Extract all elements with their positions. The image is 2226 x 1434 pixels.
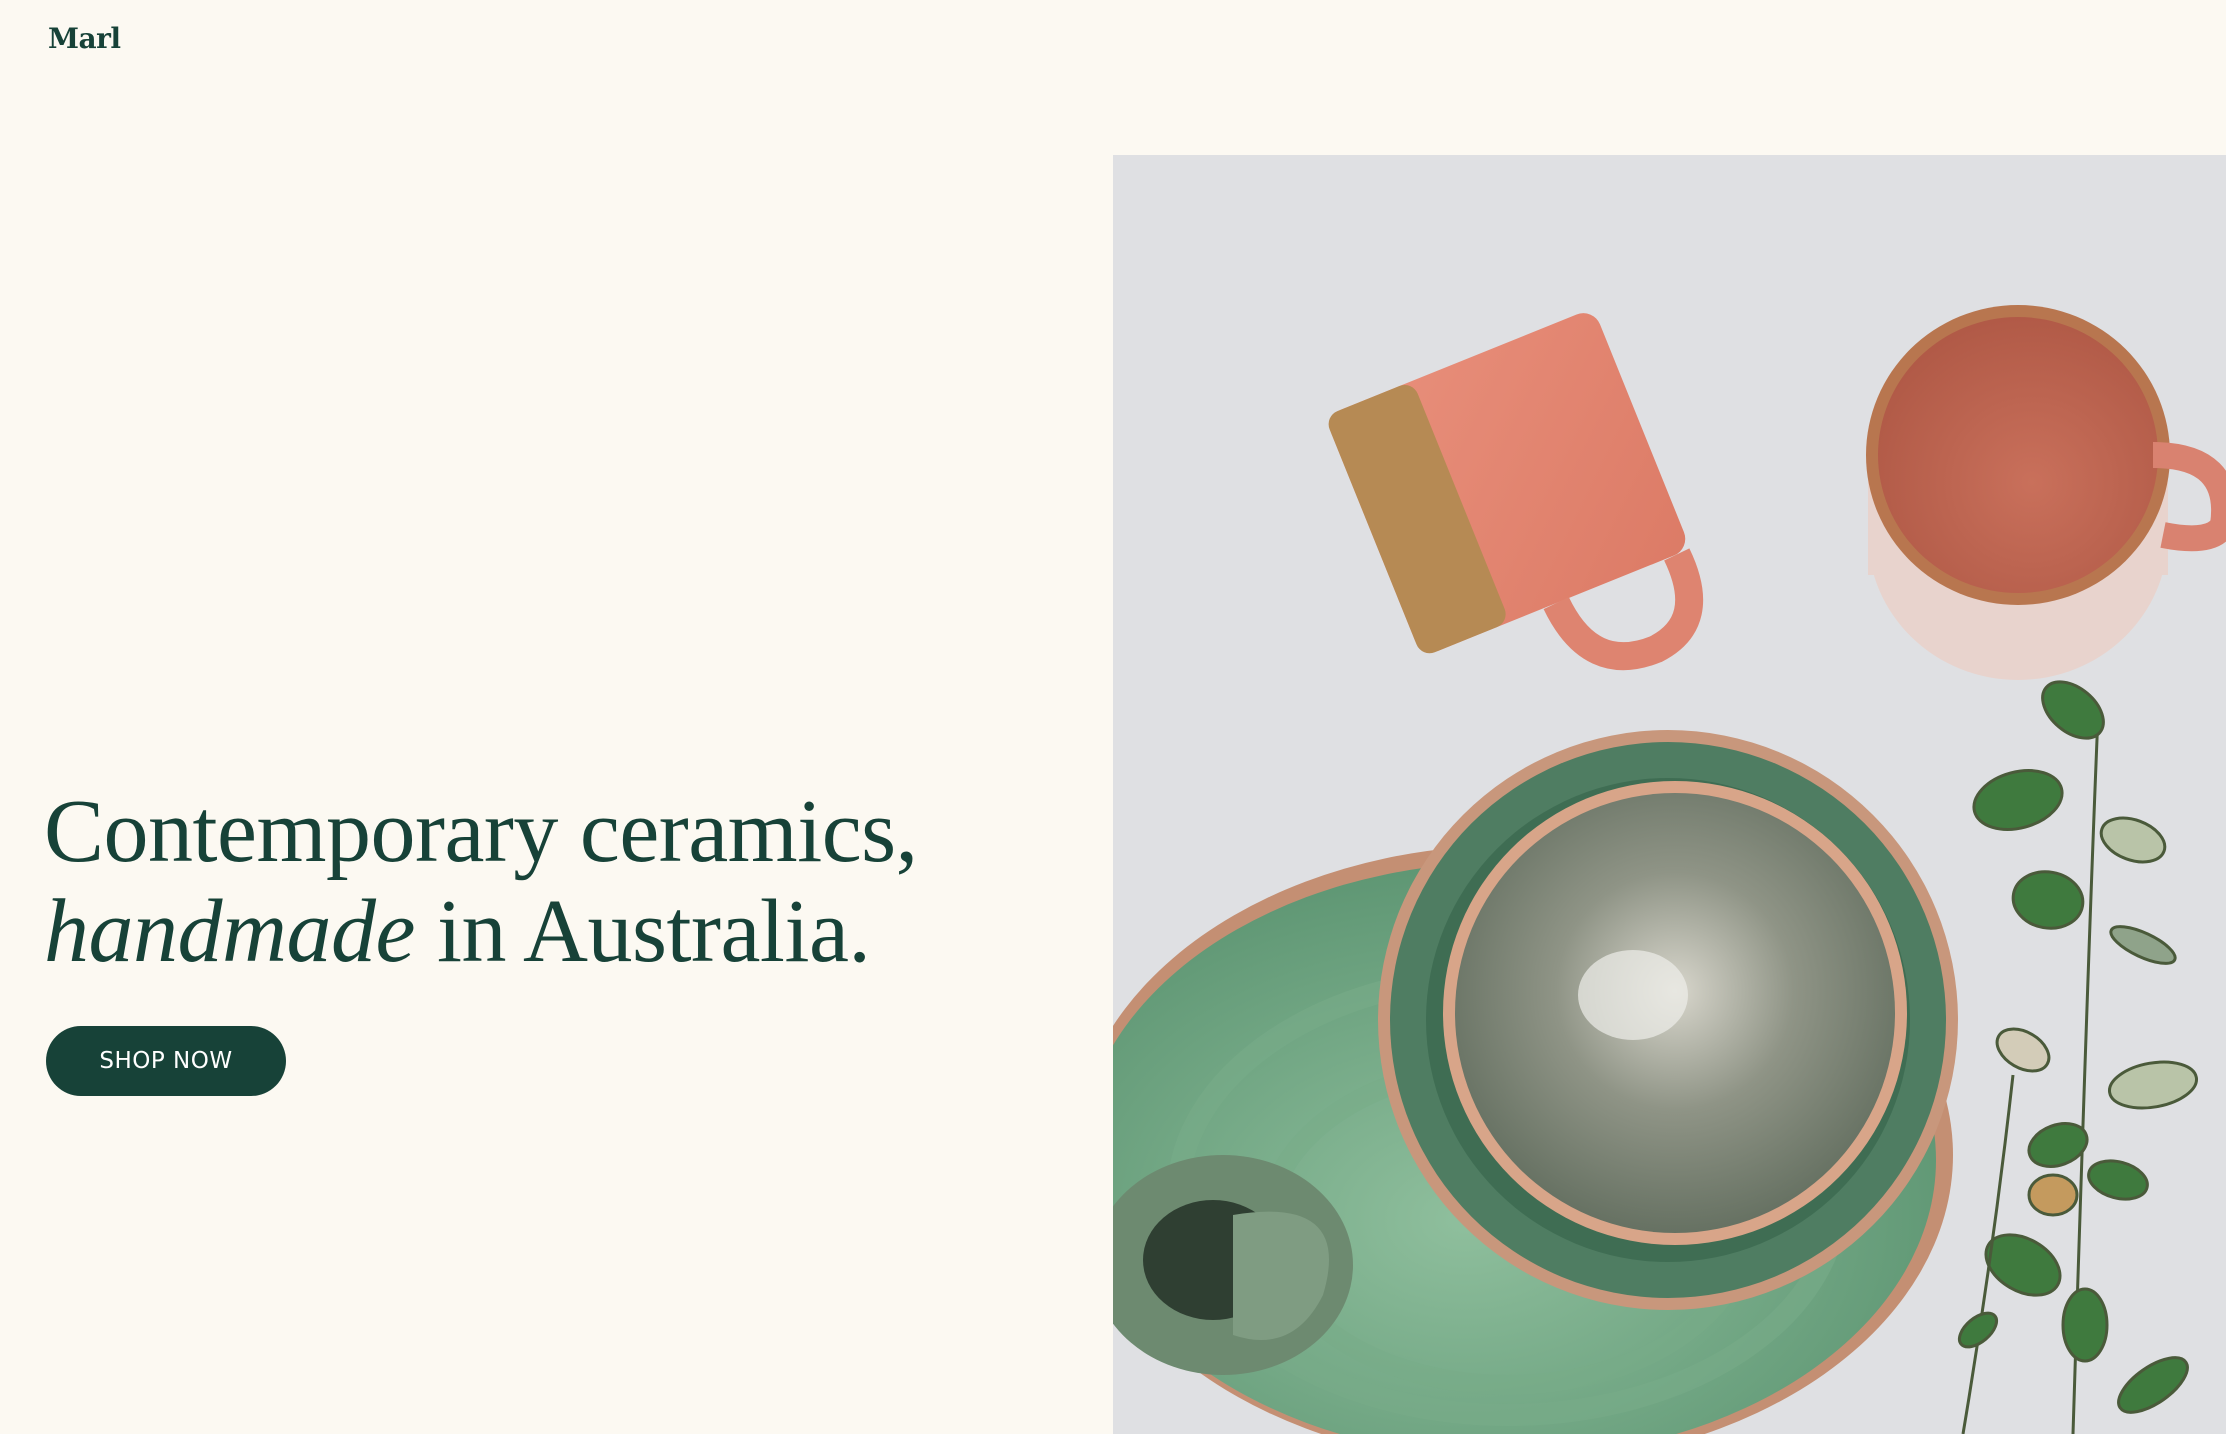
shop-now-button[interactable]: SHOP NOW (46, 1026, 286, 1096)
headline-line-1: Contemporary ceramics, (44, 782, 918, 881)
headline-emphasis: handmade (44, 882, 415, 981)
brand-logo[interactable]: Marl (48, 22, 121, 55)
inner-bowl (1443, 781, 1907, 1245)
landing-page: Marl Contemporary ceramics, handmade in … (0, 0, 2226, 1434)
headline-line-2: handmade in Australia. (44, 882, 918, 982)
headline-line-2-rest: in Australia. (414, 882, 871, 981)
hero-headline: Contemporary ceramics, handmade in Austr… (44, 782, 918, 982)
hero-product-photo (1113, 155, 2226, 1434)
